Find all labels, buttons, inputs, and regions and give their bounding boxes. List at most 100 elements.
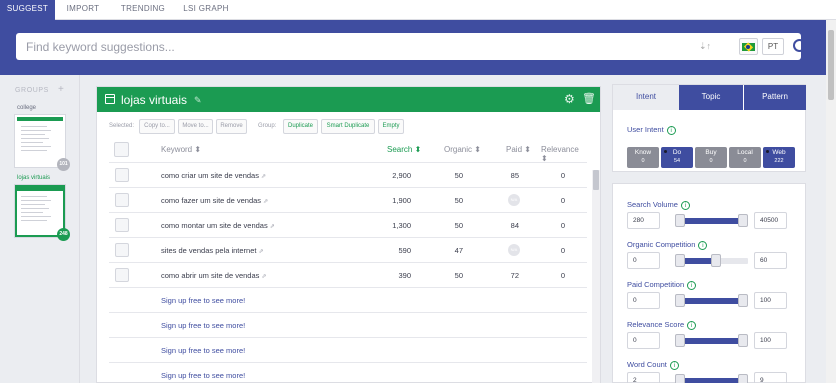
keyword-cell[interactable]: como montar um site de vendas ⇗ (161, 221, 275, 230)
column-keyword[interactable]: Keyword ⬍ (161, 145, 201, 154)
relevance-cell: 0 (560, 196, 565, 205)
organic-competition-min-input[interactable]: 0 (627, 252, 660, 269)
gear-icon[interactable]: ⚙ (564, 92, 575, 106)
external-link-icon: ⇗ (258, 249, 264, 255)
row-checkbox[interactable] (115, 168, 129, 182)
column-relevance[interactable]: Relevance ⬍ (541, 145, 587, 163)
keyword-cell[interactable]: como fazer um site de vendas ⇗ (161, 196, 268, 205)
intent-know-button[interactable]: Know 0 (627, 147, 659, 168)
table-scrollbar[interactable] (592, 170, 600, 383)
row-checkbox[interactable] (115, 193, 129, 207)
signup-row: Sign up free to see more! (109, 312, 587, 337)
organic-competition-label: Organic Competition i (627, 240, 708, 250)
relevance-score-min-input[interactable]: 0 (627, 332, 660, 349)
keyword-search-input[interactable] (26, 37, 586, 56)
signup-link[interactable]: Sign up free to see more! (161, 321, 245, 330)
column-paid[interactable]: Paid ⬍ (506, 145, 531, 154)
tab-intent[interactable]: Intent (613, 85, 679, 110)
intent-do-button[interactable]: Do 54 (661, 147, 693, 168)
page-scrollbar[interactable] (826, 20, 836, 383)
search-cell: 590 (398, 246, 411, 255)
external-link-icon: ⇗ (263, 199, 269, 205)
row-checkbox[interactable] (115, 243, 129, 257)
smart-duplicate-button[interactable]: Smart Duplicate (321, 119, 375, 134)
paid-cell: 72 (510, 271, 519, 280)
info-icon: i (687, 320, 697, 330)
slider-max-handle[interactable] (738, 374, 748, 383)
brazil-flag-icon[interactable] (739, 38, 758, 55)
search-icon[interactable] (791, 37, 811, 57)
relevance-score-slider[interactable] (675, 334, 748, 347)
group-label-college: college (17, 105, 37, 111)
column-organic[interactable]: Organic ⬍ (444, 145, 481, 154)
search-volume-slider[interactable] (675, 214, 748, 227)
slider-min-handle[interactable] (675, 254, 685, 267)
slider-max-handle[interactable] (738, 214, 748, 227)
tab-trending[interactable]: TRENDING (112, 0, 174, 20)
relevance-cell: 0 (560, 221, 565, 230)
group-label: Group: (258, 123, 277, 129)
remove-button[interactable]: Remove (216, 119, 247, 134)
row-checkbox[interactable] (115, 218, 129, 232)
app-root: SUGGEST IMPORT TRENDING LSI GRAPH ⇣↑ PT … (0, 0, 836, 383)
relevance-score-max-input[interactable]: 100 (754, 332, 787, 349)
row-checkbox[interactable] (115, 268, 129, 282)
move-to-button[interactable]: Move to... (178, 119, 213, 134)
table-row: sites de vendas pela internet ⇗ 590 47 N/… (109, 237, 587, 262)
relevance-cell: 0 (560, 271, 565, 280)
slider-min-handle[interactable] (675, 294, 685, 307)
column-search[interactable]: Search ⬍ (387, 145, 421, 154)
external-link-icon: ⇗ (269, 224, 275, 230)
edit-pencil-icon[interactable]: ✎ (194, 95, 202, 106)
signup-row: Sign up free to see more! (109, 337, 587, 362)
signup-link[interactable]: Sign up free to see more! (161, 346, 245, 355)
panel-header: lojas virtuais ✎ ⚙ 🗑 (97, 87, 600, 112)
duplicate-button[interactable]: Duplicate (283, 119, 318, 134)
trash-icon[interactable]: 🗑 (582, 92, 596, 105)
paid-competition-slider[interactable] (675, 294, 748, 307)
select-all-checkbox[interactable] (114, 142, 129, 157)
group-thumbnail-lojas-virtuais[interactable] (15, 185, 65, 237)
organic-cell: 50 (454, 271, 463, 280)
slider-max-handle[interactable] (738, 294, 748, 307)
search-volume-min-input[interactable]: 280 (627, 212, 660, 229)
copy-to-button[interactable]: Copy to... (139, 119, 175, 134)
tab-import[interactable]: IMPORT (58, 0, 108, 20)
sort-arrows-icon[interactable]: ⇣↑ (699, 41, 711, 52)
slider-min-handle[interactable] (675, 374, 685, 383)
keyword-cell[interactable]: sites de vendas pela internet ⇗ (161, 246, 264, 255)
signup-link[interactable]: Sign up free to see more! (161, 371, 245, 380)
selection-toolbar: Selected: Copy to... Move to... Remove G… (97, 117, 600, 137)
group-thumbnail-college[interactable] (15, 115, 65, 167)
word-count-max-input[interactable]: 9 (754, 372, 787, 383)
groups-header: GROUPS (15, 87, 49, 94)
tab-topic[interactable]: Topic (679, 85, 743, 110)
word-count-slider[interactable] (675, 374, 748, 383)
empty-button[interactable]: Empty (378, 119, 404, 134)
search-volume-max-input[interactable]: 40500 (754, 212, 787, 229)
organic-competition-max-input[interactable]: 60 (754, 252, 787, 269)
word-count-min-input[interactable]: 2 (627, 372, 660, 383)
slider-min-handle[interactable] (675, 214, 685, 227)
organic-cell: 47 (454, 246, 463, 255)
intent-buy-button[interactable]: Buy 0 (695, 147, 727, 168)
tab-suggest[interactable]: SUGGEST (0, 0, 55, 20)
intent-web-button[interactable]: Web 222 (763, 147, 795, 168)
paid-competition-max-input[interactable]: 100 (754, 292, 787, 309)
tab-lsi-graph[interactable]: LSI GRAPH (178, 0, 234, 20)
signup-link[interactable]: Sign up free to see more! (161, 296, 245, 305)
organic-competition-slider[interactable] (675, 254, 748, 267)
keyword-group-panel: lojas virtuais ✎ ⚙ 🗑 Selected: Copy to..… (96, 86, 601, 383)
paid-competition-min-input[interactable]: 0 (627, 292, 660, 309)
tab-pattern[interactable]: Pattern (744, 85, 806, 110)
slider-max-handle[interactable] (710, 254, 721, 267)
keyword-cell[interactable]: como criar um site de vendas ⇗ (161, 171, 266, 180)
slider-max-handle[interactable] (738, 334, 748, 347)
language-selector[interactable]: PT (762, 38, 784, 55)
intent-local-button[interactable]: Local 0 (729, 147, 761, 168)
paid-cell: 85 (510, 171, 519, 180)
word-count-label: Word Count i (627, 360, 679, 370)
add-group-icon[interactable]: + (58, 84, 64, 95)
slider-min-handle[interactable] (675, 334, 685, 347)
keyword-cell[interactable]: como abrir um site de vendas ⇗ (161, 271, 266, 280)
